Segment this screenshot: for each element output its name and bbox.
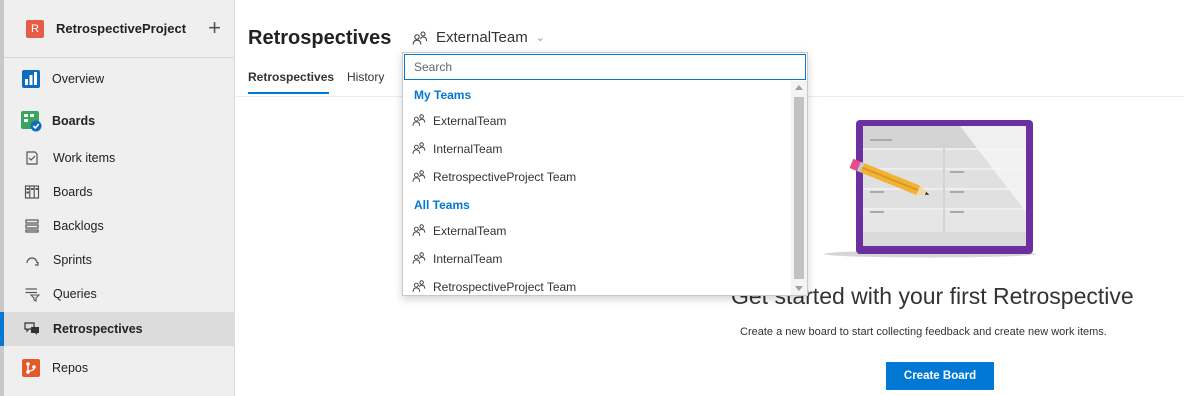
sidebar-item-queries[interactable]: Queries <box>4 278 235 310</box>
team-icon <box>412 142 426 154</box>
boards-section-icon <box>20 110 42 132</box>
sidebar-item-retrospectives[interactable]: Retrospectives <box>0 312 235 346</box>
team-option-project-team[interactable]: RetrospectiveProject Team <box>403 274 791 295</box>
team-option-project-team[interactable]: RetrospectiveProject Team <box>403 164 791 190</box>
team-icon <box>412 170 426 182</box>
boards-icon <box>24 184 40 200</box>
team-option-label: RetrospectiveProject Team <box>433 170 577 184</box>
dropdown-scrollbar[interactable] <box>791 81 807 295</box>
empty-state-description: Create a new board to start collecting f… <box>740 326 1107 338</box>
sidebar-item-label: Backlogs <box>53 219 104 233</box>
active-tab-indicator <box>248 92 329 94</box>
tab-history[interactable]: History <box>347 70 384 84</box>
sidebar-item-label: Retrospectives <box>53 322 143 336</box>
sidebar-item-work-items[interactable]: Work items <box>4 142 235 174</box>
overview-icon <box>20 68 42 90</box>
scroll-up-icon[interactable] <box>795 85 803 90</box>
team-icon <box>412 252 426 264</box>
team-option-internal[interactable]: InternalTeam <box>403 246 791 272</box>
sidebar-item-overview[interactable]: Overview <box>4 61 235 97</box>
team-option-label: InternalTeam <box>433 252 503 266</box>
sidebar-item-label: Sprints <box>53 253 92 267</box>
team-picker-label: ExternalTeam <box>436 29 528 46</box>
team-option-label: ExternalTeam <box>433 224 507 238</box>
sidebar-item-label: Work items <box>53 151 116 165</box>
project-avatar: R <box>26 19 44 38</box>
create-board-button[interactable]: Create Board <box>886 362 994 390</box>
sidebar-item-boards-section[interactable]: Boards <box>4 103 235 139</box>
tab-retrospectives[interactable]: Retrospectives <box>248 70 334 84</box>
sidebar: R RetrospectiveProject + Overview Boards… <box>0 0 235 396</box>
sidebar-item-repos[interactable]: Repos <box>4 350 235 386</box>
scroll-down-icon[interactable] <box>795 286 803 291</box>
backlogs-icon <box>24 218 40 234</box>
team-picker[interactable]: ExternalTeam ⌄ <box>412 29 545 46</box>
page-title: Retrospectives <box>248 27 392 49</box>
team-option-label: InternalTeam <box>433 142 503 156</box>
board-illustration <box>824 120 1036 258</box>
team-dropdown: My Teams ExternalTeam InternalTeam <box>402 52 808 296</box>
team-icon <box>412 114 426 126</box>
sidebar-item-label: Queries <box>53 287 97 301</box>
sidebar-item-boards[interactable]: Boards <box>4 176 235 208</box>
retrospectives-icon <box>24 321 40 337</box>
team-search-input[interactable] <box>404 54 806 80</box>
project-header[interactable]: R RetrospectiveProject + <box>4 0 235 58</box>
team-option-external[interactable]: ExternalTeam <box>403 108 791 134</box>
team-option-internal[interactable]: InternalTeam <box>403 136 791 162</box>
team-option-label: ExternalTeam <box>433 114 507 128</box>
team-list: My Teams ExternalTeam InternalTeam Retro… <box>403 81 791 295</box>
team-option-label: RetrospectiveProject Team <box>433 280 577 294</box>
sidebar-item-label: Repos <box>52 361 89 375</box>
team-icon <box>412 224 426 236</box>
group-header-my-teams: My Teams <box>414 88 472 102</box>
sidebar-item-label: Boards <box>53 185 93 199</box>
selection-indicator <box>0 312 4 346</box>
team-icon <box>412 30 428 45</box>
sidebar-item-label: Boards <box>52 114 96 128</box>
scrollbar-thumb[interactable] <box>794 97 804 279</box>
team-option-external[interactable]: ExternalTeam <box>403 218 791 244</box>
sidebar-item-label: Overview <box>52 72 105 86</box>
team-icon <box>412 280 426 292</box>
work-items-icon <box>24 150 40 166</box>
sidebar-item-backlogs[interactable]: Backlogs <box>4 210 235 242</box>
chevron-down-icon: ⌄ <box>535 32 545 44</box>
group-header-all-teams: All Teams <box>414 198 470 212</box>
repos-icon <box>20 357 42 379</box>
add-icon[interactable]: + <box>208 17 221 39</box>
project-name[interactable]: RetrospectiveProject <box>56 21 186 36</box>
queries-icon <box>24 286 40 302</box>
sidebar-item-sprints[interactable]: Sprints <box>4 244 235 276</box>
sprints-icon <box>24 252 40 268</box>
